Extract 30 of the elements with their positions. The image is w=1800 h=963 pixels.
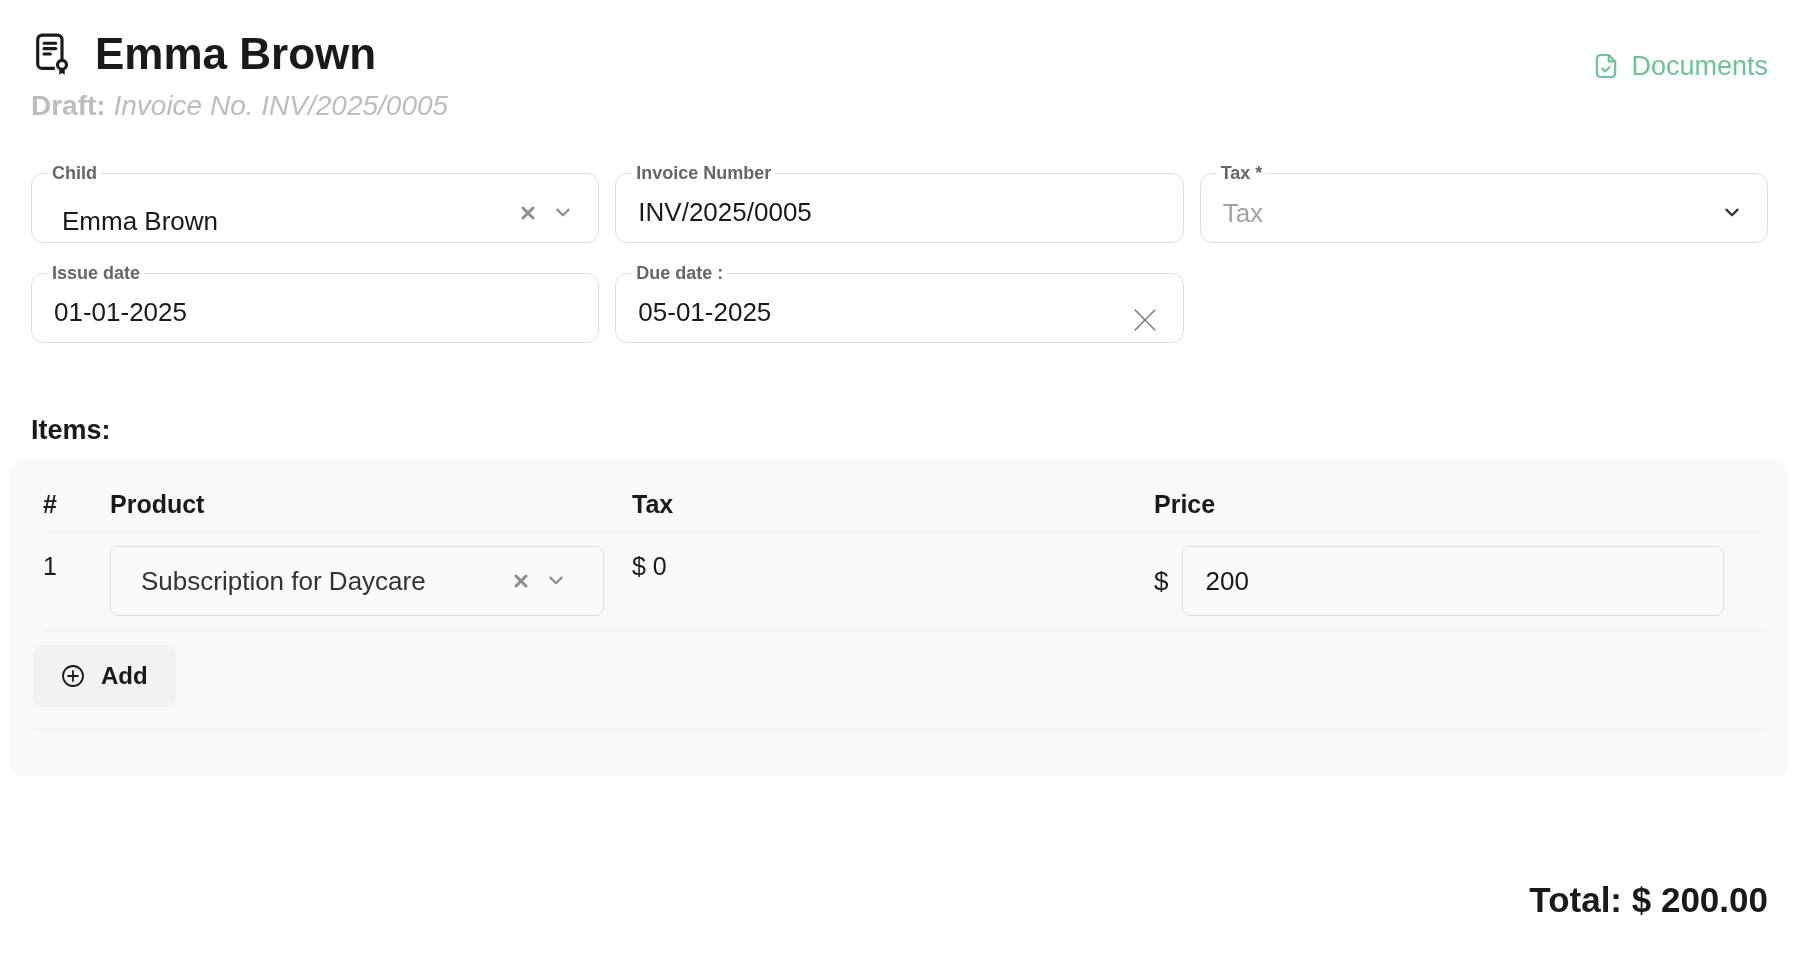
field-label: Child: [51, 162, 98, 184]
price-input[interactable]: 200: [1182, 546, 1724, 616]
field-value: Emma Brown: [62, 205, 220, 237]
product-select[interactable]: Subscription for Daycare: [110, 546, 604, 616]
field-value: INV/2025/0005: [638, 196, 813, 228]
field-placeholder: Tax: [1222, 197, 1265, 229]
field-label: Due date :: [635, 262, 725, 284]
certificate-document-icon: [35, 32, 71, 76]
clear-icon: [520, 205, 537, 221]
document-check-icon: [1595, 53, 1618, 79]
items-heading: Items:: [31, 415, 112, 446]
invoice-subtitle: Draft: Invoice No. INV/2025/0005: [31, 90, 449, 122]
plus-circle-icon: [61, 664, 85, 688]
field-label: Invoice Number: [635, 162, 773, 184]
invoice-total: Total: $ 200.00: [1529, 880, 1768, 920]
clear-icon: [513, 573, 529, 589]
field-label: Issue date: [51, 262, 142, 284]
field-label: Tax *: [1219, 162, 1264, 184]
add-button[interactable]: Add: [33, 645, 176, 707]
row-number: 1: [43, 551, 58, 581]
column-header: Tax: [632, 490, 675, 519]
clear-icon: [1132, 308, 1157, 332]
tax-amount: $ 0: [632, 551, 668, 581]
column-header: Product: [110, 490, 206, 519]
column-header: #: [43, 490, 58, 519]
column-header: Price: [1154, 490, 1217, 519]
field-value: 01-01-2025: [54, 296, 188, 328]
page-title: Emma Brown: [95, 28, 377, 80]
field-value: 05-01-2025: [638, 296, 773, 328]
currency-symbol: $: [1154, 565, 1169, 597]
